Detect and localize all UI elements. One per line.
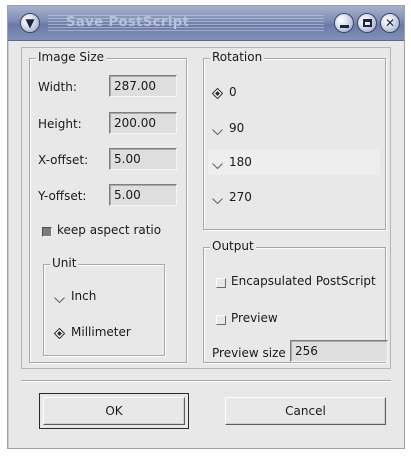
unit-millimeter-label[interactable]: Millimeter [71,325,131,339]
cancel-button[interactable]: Cancel [225,397,386,425]
rotation-90-radio[interactable] [212,124,223,135]
chevron-down-icon: ▼ [25,16,35,30]
preview-checkbox[interactable] [216,315,226,325]
x-offset-label: X-offset: [38,153,89,167]
image-size-group: Image Size Width: Height: X-offset: Y-of… [29,50,187,363]
width-input[interactable] [109,75,177,97]
rotation-group: Rotation 0 90 180 270 [203,50,386,230]
y-offset-input[interactable] [109,184,177,206]
x-offset-input[interactable] [109,148,177,170]
window-title: Save PostScript [66,15,190,30]
maximize-icon [362,19,372,27]
preview-size-label: Preview size [212,346,286,360]
y-offset-label: Y-offset: [38,189,87,203]
rotation-270-label[interactable]: 270 [229,190,252,204]
minimize-icon [339,24,349,28]
width-label: Width: [38,80,77,94]
eps-label[interactable]: Encapsulated PostScript [231,274,376,288]
window-menu-button[interactable]: ▼ [20,13,40,33]
unit-group: Unit Inch Millimeter [43,256,165,356]
unit-legend: Unit [50,256,79,270]
unit-inch-label[interactable]: Inch [71,289,96,303]
rotation-270-radio[interactable] [212,193,223,204]
title-bar[interactable]: ▼ Save PostScript ✕ [8,6,404,41]
minimize-button[interactable] [334,13,354,33]
unit-millimeter-radio[interactable] [54,328,65,339]
rotation-legend: Rotation [210,50,265,64]
height-input[interactable] [109,112,177,134]
rotation-180-label[interactable]: 180 [229,155,252,169]
dialog-content: Image Size Width: Height: X-offset: Y-of… [21,47,391,369]
preview-label[interactable]: Preview [231,311,278,325]
button-separator [21,380,391,382]
output-legend: Output [210,239,256,253]
close-icon: ✕ [384,16,396,30]
ok-button[interactable]: OK [43,397,185,425]
preview-size-input[interactable] [290,340,388,362]
close-button[interactable]: ✕ [380,13,400,33]
output-group: Output Encapsulated PostScript Preview P… [203,239,388,363]
keep-aspect-ratio-label[interactable]: keep aspect ratio [57,223,161,237]
keep-aspect-ratio-checkbox[interactable] [42,227,52,237]
rotation-0-radio[interactable] [212,88,223,99]
rotation-180-radio[interactable] [212,158,223,169]
height-label: Height: [38,117,82,131]
save-postscript-dialog: ▼ Save PostScript ✕ Image Size Width: He… [7,5,405,449]
unit-inch-radio[interactable] [54,292,65,303]
eps-checkbox[interactable] [216,278,226,288]
maximize-button[interactable] [357,13,377,33]
image-size-legend: Image Size [36,50,107,64]
rotation-0-label[interactable]: 0 [229,85,237,99]
rotation-90-label[interactable]: 90 [229,121,244,135]
